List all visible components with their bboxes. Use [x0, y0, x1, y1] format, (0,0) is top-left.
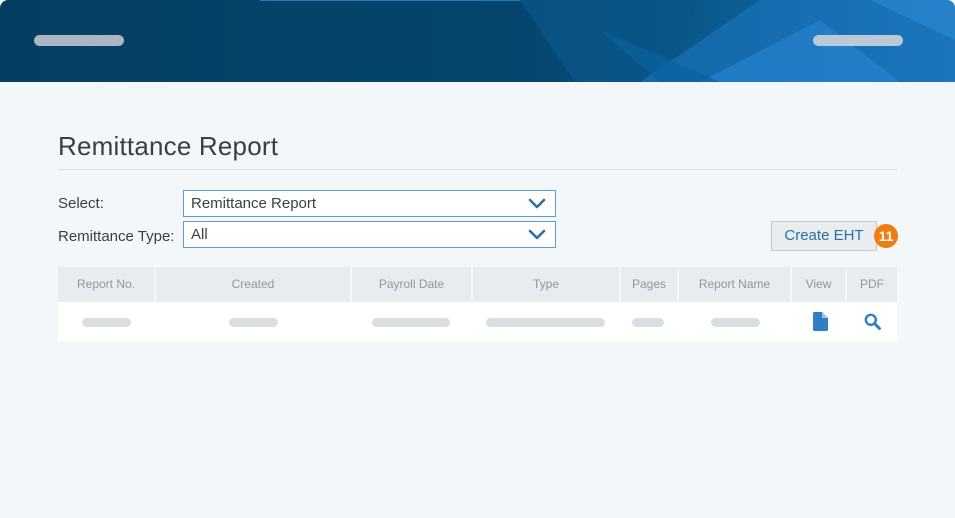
create-eht-button[interactable]: Create EHT: [771, 221, 877, 251]
header-banner: [0, 0, 955, 82]
type-placeholder: [486, 318, 605, 327]
column-header-report-no[interactable]: Report No.: [58, 267, 154, 302]
remittance-type-value: All: [191, 226, 208, 243]
column-header-type[interactable]: Type: [471, 267, 619, 302]
column-header-pdf: PDF: [845, 267, 897, 302]
header-placeholder-right: [813, 35, 903, 46]
header-background: [0, 0, 955, 82]
select-label: Select:: [58, 195, 104, 212]
step-badge: 11: [874, 224, 898, 248]
table-row[interactable]: [58, 302, 897, 341]
report-table: Report No. Created Payroll Date Type Pag…: [58, 267, 897, 341]
remittance-type-select[interactable]: All: [183, 221, 556, 248]
report-name-placeholder: [711, 318, 760, 327]
page-title: Remittance Report: [58, 131, 279, 161]
report-no-placeholder: [82, 318, 131, 327]
column-header-payroll-date[interactable]: Payroll Date: [350, 267, 471, 302]
column-header-pages[interactable]: Pages: [619, 267, 677, 302]
payroll-date-placeholder: [372, 318, 450, 327]
table-header: Report No. Created Payroll Date Type Pag…: [58, 267, 897, 302]
created-placeholder: [229, 318, 278, 327]
remittance-type-label: Remittance Type:: [58, 228, 175, 245]
chevron-down-icon: [528, 198, 546, 209]
header-placeholder-left: [34, 35, 124, 46]
pages-placeholder: [632, 318, 664, 327]
column-header-created[interactable]: Created: [154, 267, 350, 302]
column-header-report-name[interactable]: Report Name: [677, 267, 790, 302]
chevron-down-icon: [528, 229, 546, 240]
document-icon[interactable]: [813, 312, 828, 331]
title-divider: [58, 169, 897, 170]
column-header-view: View: [790, 267, 845, 302]
report-select[interactable]: Remittance Report: [183, 190, 556, 217]
magnifier-icon[interactable]: [864, 313, 881, 330]
app-window: Remittance Report Select: Remittance Rep…: [0, 0, 955, 518]
report-select-value: Remittance Report: [191, 195, 317, 212]
